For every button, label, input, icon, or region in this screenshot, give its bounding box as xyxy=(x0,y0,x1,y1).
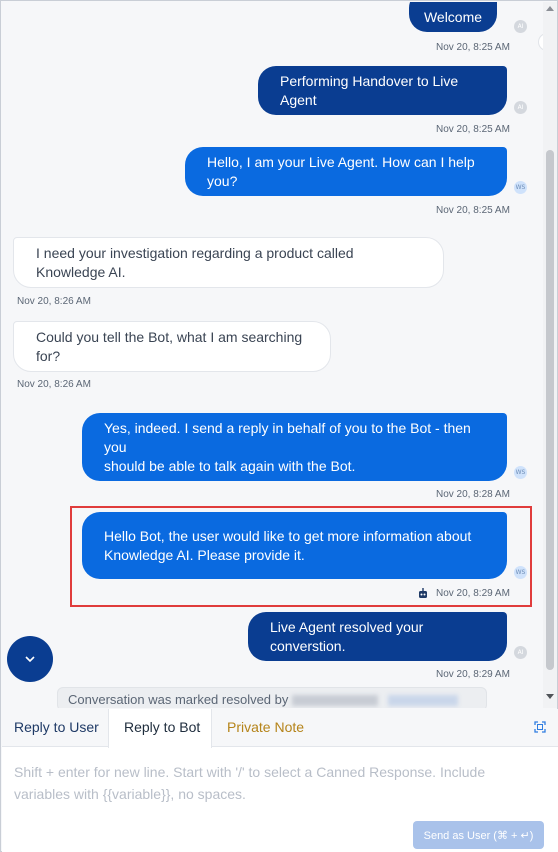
scroll-down-arrow[interactable] xyxy=(546,694,554,699)
expand-icon[interactable] xyxy=(534,721,546,733)
tab-reply-to-bot[interactable]: Reply to Bot xyxy=(108,709,212,748)
message-timestamp: Nov 20, 8:25 AM xyxy=(436,124,510,135)
agent-avatar: WS xyxy=(514,181,527,194)
resolved-text: Conversation was marked resolved by xyxy=(68,692,289,707)
scrollbar[interactable] xyxy=(543,2,557,708)
resolved-notice: Conversation was marked resolved by xyxy=(57,687,487,708)
message-bubble: Could you tell the Bot, what I am search… xyxy=(13,321,331,372)
send-as-user-button[interactable]: Send as User (⌘ + ↵) xyxy=(413,821,544,849)
message-timestamp: Nov 20, 8:29 AM xyxy=(436,669,510,680)
message-bubble: I need your investigation regarding a pr… xyxy=(13,237,444,288)
message-text: Live Agent resolved your converstion. xyxy=(270,618,424,654)
placeholder-line: variables with {{variable}}, no spaces. xyxy=(14,786,246,802)
message-timestamp: Nov 20, 8:25 AM xyxy=(436,205,510,216)
message-text-line: Yes, indeed. I send a reply in behalf of… xyxy=(104,419,471,455)
message-text-line: should be able to talk again with the Bo… xyxy=(104,457,356,474)
message-input[interactable]: Shift + enter for new line. Start with '… xyxy=(14,761,524,805)
tab-private-note[interactable]: Private Note xyxy=(227,709,304,747)
message-text: Could you tell the Bot, what I am search… xyxy=(36,328,303,364)
scrollbar-thumb[interactable] xyxy=(546,150,554,670)
message-text: I need your investigation regarding a pr… xyxy=(36,244,354,280)
scroll-up-arrow[interactable] xyxy=(546,6,554,11)
message-list: Welcome AI Nov 20, 8:25 AM Performing Ha… xyxy=(2,2,543,708)
redacted-name xyxy=(292,695,379,707)
bot-avatar: AI xyxy=(514,101,527,114)
message-bubble: Performing Handover to Live Agent xyxy=(258,66,507,115)
message-timestamp: Nov 20, 8:26 AM xyxy=(17,379,91,390)
reply-composer: Reply to User Reply to Bot Private Note … xyxy=(2,709,558,852)
reply-tabs: Reply to User Reply to Bot Private Note xyxy=(2,709,558,748)
message-timestamp: Nov 20, 8:26 AM xyxy=(17,296,91,307)
chevron-down-icon xyxy=(25,656,35,663)
conversation-window: Welcome AI Nov 20, 8:25 AM Performing Ha… xyxy=(0,0,558,852)
scroll-to-bottom-button[interactable] xyxy=(7,636,53,682)
message-bubble: Welcome xyxy=(409,2,497,32)
message-text: Performing Handover to Live Agent xyxy=(280,72,459,108)
message-timestamp: Nov 20, 8:28 AM xyxy=(436,489,510,500)
highlight-box xyxy=(70,506,532,607)
tab-reply-to-user[interactable]: Reply to User xyxy=(14,709,99,747)
message-timestamp: Nov 20, 8:25 AM xyxy=(436,42,510,53)
message-bubble: Live Agent resolved your converstion. xyxy=(248,612,507,661)
bot-avatar: AI xyxy=(514,20,527,33)
bot-avatar: AI xyxy=(514,646,527,659)
message-bubble: Yes, indeed. I send a reply in behalf of… xyxy=(82,413,507,481)
redacted-time xyxy=(388,695,459,707)
placeholder-line: Shift + enter for new line. Start with '… xyxy=(14,764,486,780)
message-text: Welcome xyxy=(423,8,483,25)
message-bubble: Hello, I am your Live Agent. How can I h… xyxy=(185,147,507,196)
agent-avatar: WS xyxy=(514,466,527,479)
message-text: Hello, I am your Live Agent. How can I h… xyxy=(207,153,475,189)
